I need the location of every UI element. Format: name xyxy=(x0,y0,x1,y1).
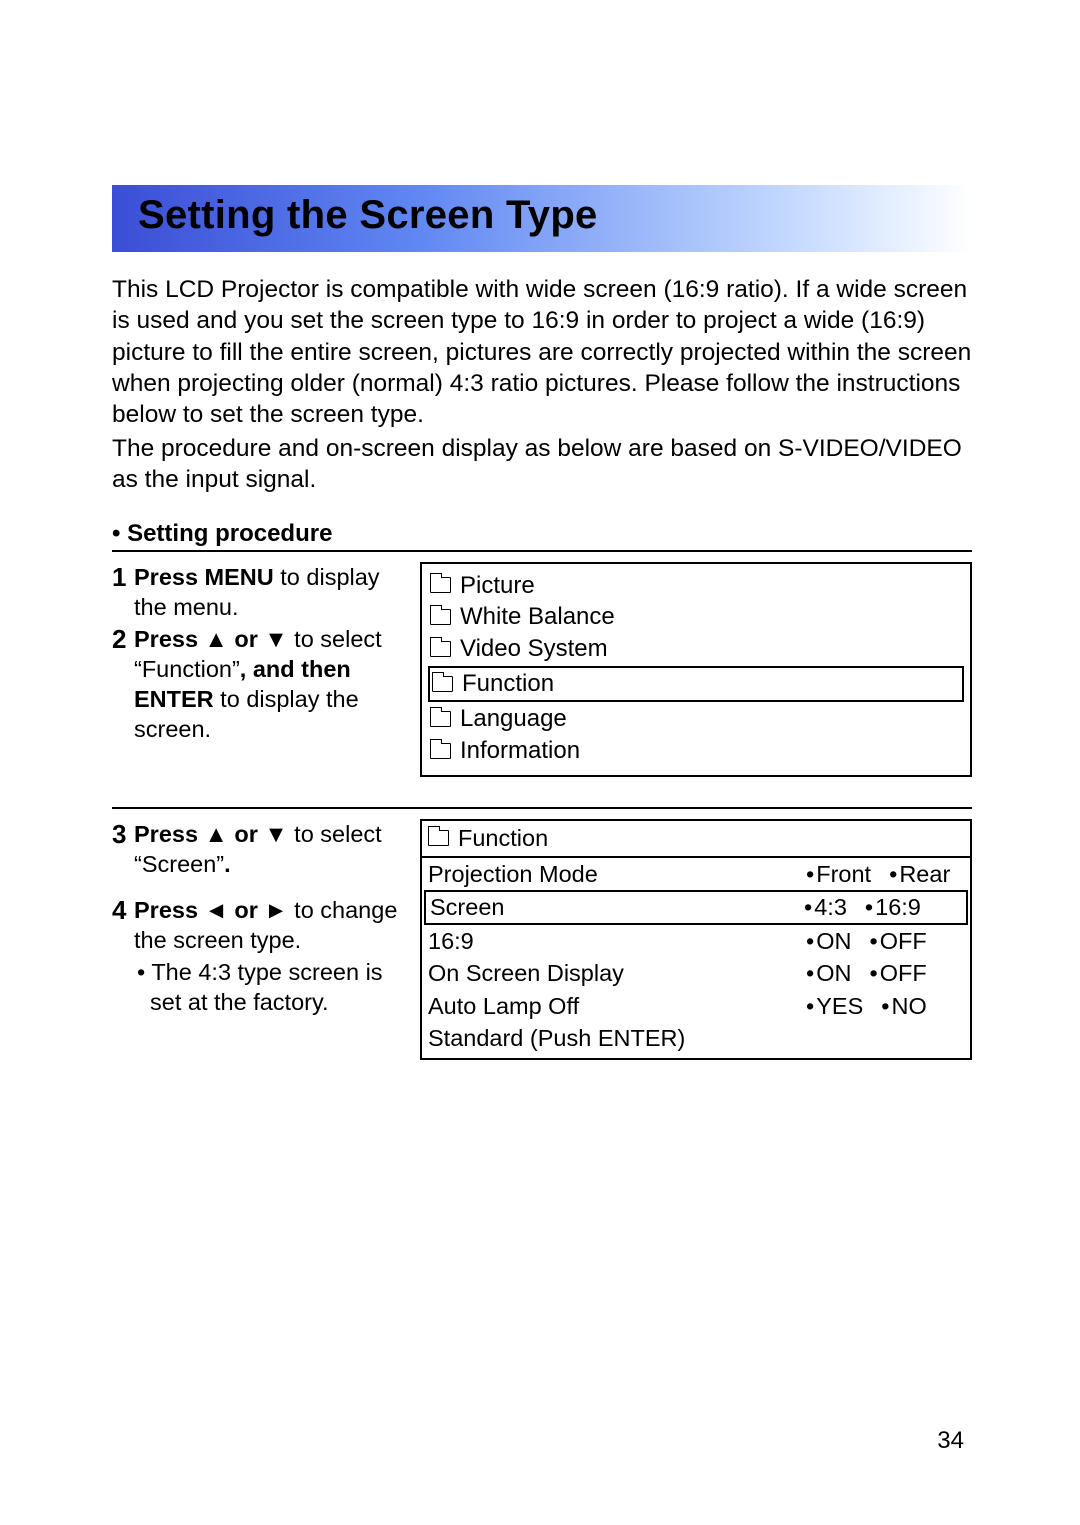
option: Front xyxy=(806,859,871,890)
menu-label: Information xyxy=(460,735,580,767)
submenu-header: Function xyxy=(422,821,970,858)
folder-icon xyxy=(430,711,451,727)
step-number: 1 xyxy=(112,562,134,622)
menu-label: Function xyxy=(462,668,554,700)
row-standard: Standard (Push ENTER) xyxy=(422,1022,970,1058)
row-label: Standard (Push ENTER) xyxy=(428,1023,964,1054)
step-bold: Press ▲ or ▼ xyxy=(134,626,288,652)
menu-label: Language xyxy=(460,703,567,735)
step-punct: . xyxy=(224,851,231,877)
step-number: 4 xyxy=(112,895,134,955)
folder-icon xyxy=(432,676,453,692)
menu-item-video-system: Video System xyxy=(428,633,964,665)
step-2: 2 Press ▲ or ▼ to select “Function”, and… xyxy=(112,624,402,744)
page-number: 34 xyxy=(937,1427,964,1455)
step-bold: Press ◄ or ► xyxy=(134,897,288,923)
divider xyxy=(112,550,972,552)
procedure-heading: • Setting procedure xyxy=(112,520,972,548)
steps-column-1: 1 Press MENU to display the menu. 2 Pres… xyxy=(112,562,402,777)
row-projection-mode: Projection Mode Front Rear xyxy=(422,858,970,891)
osd-function-menu: Function Projection Mode Front Rear Scree… xyxy=(420,819,972,1060)
menu-item-language: Language xyxy=(428,703,964,735)
step-number: 3 xyxy=(112,819,134,879)
step-number: 2 xyxy=(112,624,134,744)
menu-label: White Balance xyxy=(460,601,615,633)
row-label: Screen xyxy=(430,892,804,923)
option: 4:3 xyxy=(804,892,847,923)
row-16-9: 16:9 ON OFF xyxy=(422,925,970,958)
option: Rear xyxy=(889,859,950,890)
menu-item-information: Information xyxy=(428,735,964,767)
title-banner: Setting the Screen Type xyxy=(112,185,972,252)
menu-label: Video System xyxy=(460,633,608,665)
row-label: On Screen Display xyxy=(428,958,806,989)
intro-paragraph-1: This LCD Projector is compatible with wi… xyxy=(112,274,972,431)
divider xyxy=(112,807,972,809)
intro-paragraph-2: The procedure and on-screen display as b… xyxy=(112,433,972,496)
option: OFF xyxy=(869,958,926,989)
step-1: 1 Press MENU to display the menu. xyxy=(112,562,402,622)
option: ON xyxy=(806,958,851,989)
step-3: 3 Press ▲ or ▼ to select “Screen”. xyxy=(112,819,402,879)
page-title: Setting the Screen Type xyxy=(138,193,946,238)
option: 16:9 xyxy=(865,892,921,923)
menu-item-picture: Picture xyxy=(428,570,964,602)
step-bold: Press ▲ or ▼ xyxy=(134,821,288,847)
menu-item-white-balance: White Balance xyxy=(428,601,964,633)
step-4: 4 Press ◄ or ► to change the screen type… xyxy=(112,895,402,955)
steps-column-2: 3 Press ▲ or ▼ to select “Screen”. 4 Pre… xyxy=(112,819,402,1060)
osd-main-menu: Picture White Balance Video System Funct… xyxy=(420,562,972,777)
row-screen: Screen 4:3 16:9 xyxy=(424,890,968,925)
row-auto-lamp-off: Auto Lamp Off YES NO xyxy=(422,990,970,1023)
option: OFF xyxy=(869,926,926,957)
folder-icon xyxy=(430,641,451,657)
step-bold: Press MENU xyxy=(134,564,274,590)
option: YES xyxy=(806,991,863,1022)
row-label: Projection Mode xyxy=(428,859,806,890)
menu-item-function: Function xyxy=(428,666,964,702)
row-label: Auto Lamp Off xyxy=(428,991,806,1022)
folder-icon xyxy=(430,577,451,593)
option: ON xyxy=(806,926,851,957)
menu-label: Picture xyxy=(460,570,535,602)
folder-icon xyxy=(428,830,449,846)
submenu-title: Function xyxy=(458,823,548,854)
row-label: 16:9 xyxy=(428,926,806,957)
folder-icon xyxy=(430,743,451,759)
step-4-note: • The 4:3 type screen is set at the fact… xyxy=(134,957,402,1017)
row-osd: On Screen Display ON OFF xyxy=(422,957,970,990)
option: NO xyxy=(881,991,926,1022)
folder-icon xyxy=(430,609,451,625)
